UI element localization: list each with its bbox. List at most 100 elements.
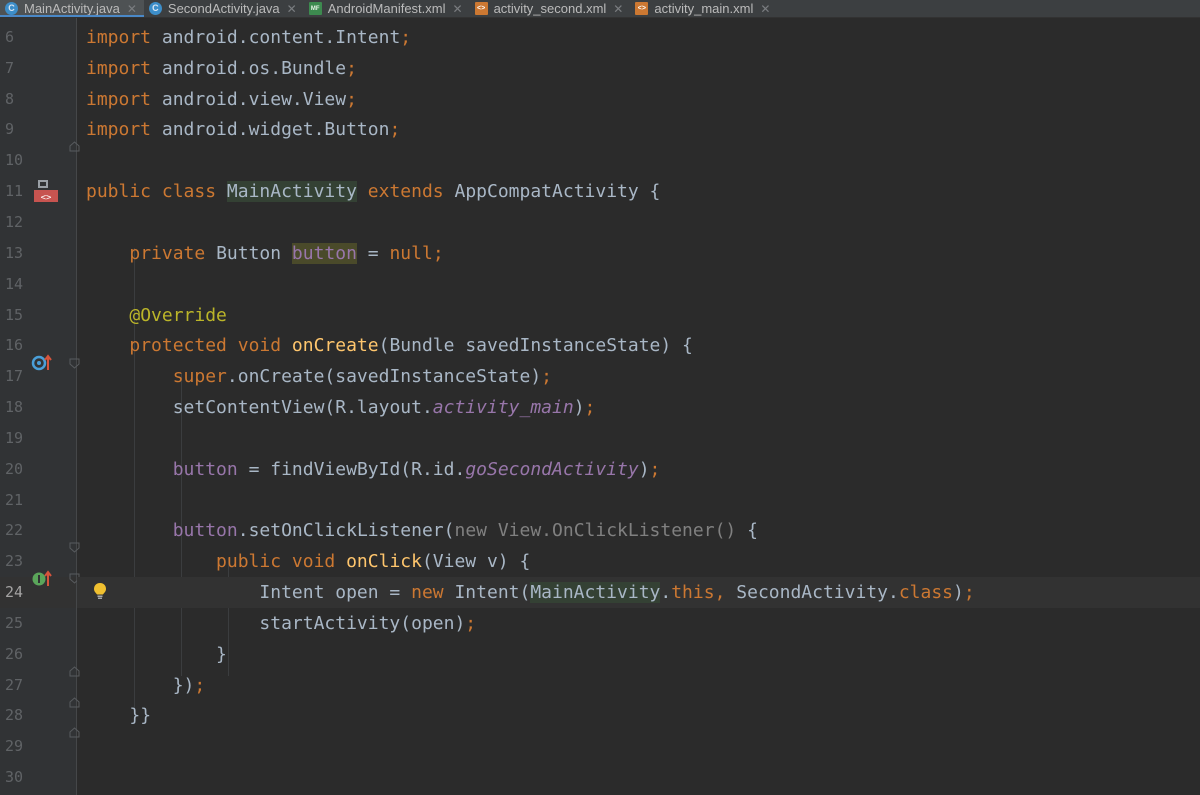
lightbulb-icon[interactable] — [93, 582, 107, 600]
line-number: 15 — [5, 306, 24, 324]
folded-hint: new View.OnClickListener() — [454, 520, 748, 541]
line-number: 10 — [5, 151, 24, 169]
code-line: }); — [77, 670, 1200, 701]
line-number: 19 — [5, 429, 24, 447]
code-punct: ; — [400, 27, 412, 48]
code-line: public void onClick(View v) { — [77, 546, 1200, 577]
tab-label: activity_second.xml — [493, 1, 607, 16]
code-punct: ; — [389, 119, 401, 140]
close-icon[interactable]: ✕ — [127, 2, 137, 16]
code-line: @Override — [77, 300, 1200, 331]
editor-gutter[interactable]: 6 7 8 9 10 11 12 13 14 15 16 17 18 19 20… — [0, 18, 80, 795]
code-text: .setOnClickListener( — [237, 520, 455, 541]
code-line: button = findViewById(R.id.goSecondActiv… — [77, 454, 1200, 485]
line-number: 17 — [5, 367, 24, 385]
method-name: onClick — [346, 551, 422, 572]
code-punct: ; — [541, 366, 553, 387]
gutter-row: 18 — [0, 392, 76, 423]
line-number: 25 — [5, 614, 24, 632]
close-icon[interactable]: ✕ — [453, 2, 463, 16]
code-line: protected void onCreate(Bundle savedInst… — [77, 330, 1200, 361]
line-number: 23 — [5, 552, 24, 570]
gutter-row: 7 — [0, 53, 76, 84]
code-text: ) — [953, 582, 964, 603]
gutter-row: 27 — [0, 670, 76, 701]
tab-label: AndroidManifest.xml — [327, 1, 446, 16]
line-number: 21 — [5, 491, 24, 509]
gutter-row: 13 — [0, 238, 76, 269]
code-text: (View v) { — [421, 551, 531, 572]
keyword: super — [172, 366, 227, 387]
layout-xml-icon[interactable]: <> — [33, 178, 59, 204]
code-text: Button — [216, 243, 292, 264]
code-text: } — [216, 644, 227, 665]
gutter-row: 20 — [0, 454, 76, 485]
gutter-row: 12 — [0, 207, 76, 238]
manifest-icon: MF — [308, 2, 322, 15]
gutter-row: 8 — [0, 84, 76, 115]
tab-main-activity[interactable]: C MainActivity.java ✕ — [0, 0, 144, 17]
close-icon[interactable]: ✕ — [287, 2, 297, 16]
keyword: protected void — [129, 335, 292, 356]
keyword: public void — [216, 551, 347, 572]
keyword: import — [86, 119, 152, 140]
gutter-row: 6 — [0, 22, 76, 53]
line-number: 7 — [5, 59, 15, 77]
gutter-row: 19 — [0, 423, 76, 454]
line-number: 24 — [5, 583, 24, 601]
gutter-row: 28 — [0, 700, 76, 731]
keyword: import — [86, 27, 152, 48]
line-number: 8 — [5, 90, 15, 108]
code-text: android.os.Bundle — [151, 58, 347, 79]
code-line-current: Intent open = new Intent(MainActivity.th… — [77, 577, 1200, 608]
line-number: 29 — [5, 737, 24, 755]
tab-label: activity_main.xml — [654, 1, 754, 16]
code-line: setContentView(R.layout.activity_main); — [77, 392, 1200, 423]
code-punct: ; — [465, 613, 477, 634]
close-icon[interactable]: ✕ — [760, 2, 770, 16]
code-line: import android.widget.Button; — [77, 114, 1200, 145]
code-line: import android.os.Bundle; — [77, 53, 1200, 84]
overrides-method-icon[interactable] — [31, 353, 53, 373]
code-line: public class MainActivity extends AppCom… — [77, 176, 1200, 207]
field-highlight: button — [291, 243, 357, 264]
tab-second-activity[interactable]: C SecondActivity.java ✕ — [144, 0, 304, 17]
class-name-highlight: MainActivity — [530, 582, 661, 603]
line-number: 30 — [5, 768, 24, 786]
annotation: @Override — [129, 305, 227, 326]
code-punct: ; — [194, 675, 206, 696]
line-number: 13 — [5, 244, 24, 262]
code-editor[interactable]: import android.content.Intent; import an… — [77, 18, 1200, 795]
gutter-row: 21 — [0, 485, 76, 516]
implements-method-icon[interactable] — [31, 569, 53, 589]
line-number: 9 — [5, 120, 15, 138]
code-text: ) — [638, 459, 650, 480]
code-text: android.content.Intent — [151, 27, 401, 48]
line-number: 6 — [5, 28, 15, 46]
constant: goSecondActivity — [465, 459, 639, 480]
tab-label: SecondActivity.java — [167, 1, 280, 16]
keyword: import — [86, 89, 152, 110]
code-line: }} — [77, 700, 1200, 731]
tab-android-manifest[interactable]: MF AndroidManifest.xml ✕ — [304, 0, 470, 17]
java-class-icon: C — [148, 2, 162, 15]
gutter-row: 15 — [0, 300, 76, 331]
close-icon[interactable]: ✕ — [613, 2, 623, 16]
code-punct: ; — [346, 89, 357, 110]
code-line: startActivity(open); — [77, 608, 1200, 639]
svg-text:<>: <> — [41, 193, 52, 203]
code-line: private Button button = null; — [77, 238, 1200, 269]
code-punct: ; — [432, 243, 444, 264]
tab-activity-main-xml[interactable]: <> activity_main.xml ✕ — [630, 0, 777, 17]
code-text: .onCreate(savedInstanceState) — [226, 366, 542, 387]
code-text: }} — [129, 705, 152, 726]
keyword: extends — [356, 181, 455, 202]
gutter-row: 22 — [0, 515, 76, 546]
line-number: 14 — [5, 275, 24, 293]
tab-activity-second-xml[interactable]: <> activity_second.xml ✕ — [470, 0, 631, 17]
